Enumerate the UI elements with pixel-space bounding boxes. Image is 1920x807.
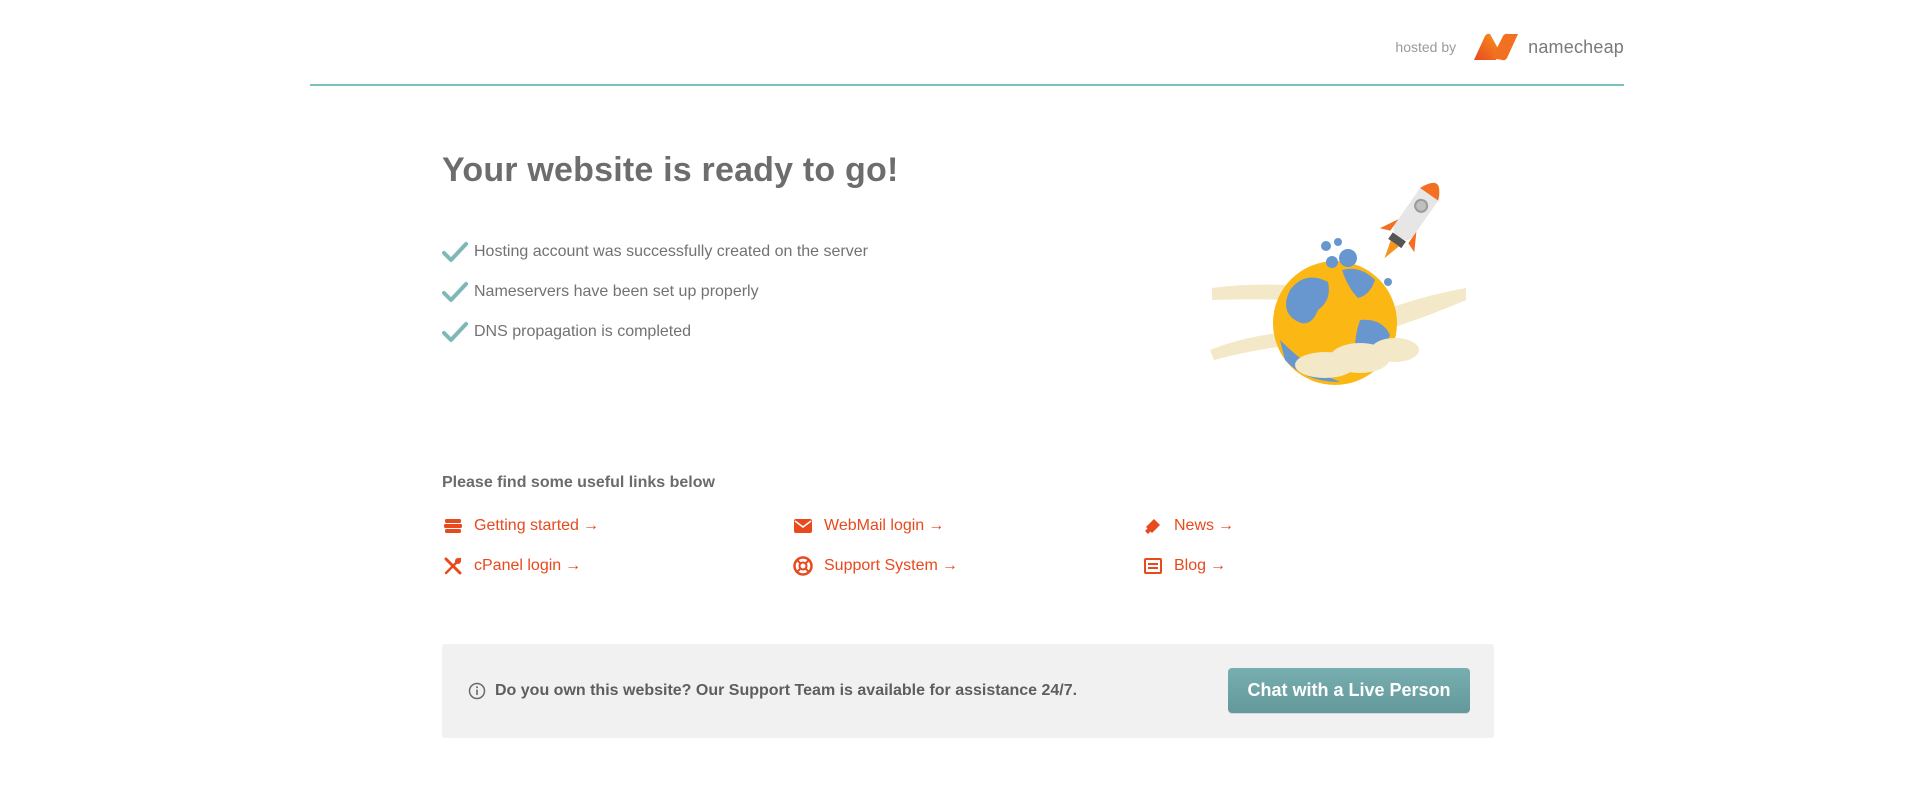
- useful-links: Getting started → WebMail login → News →…: [442, 506, 1242, 586]
- link-label: News: [1174, 517, 1215, 534]
- support-box: Do you own this website? Our Support Tea…: [442, 644, 1494, 738]
- arrow-icon: →: [1218, 517, 1235, 534]
- check-label: Hosting account was successfully created…: [474, 243, 868, 260]
- rocket-globe-illustration: [1210, 182, 1466, 385]
- hosted-by-label: hosted by: [1395, 39, 1457, 55]
- arrow-icon: →: [582, 517, 599, 534]
- link-label: Blog: [1174, 557, 1207, 574]
- arrow-icon: →: [565, 557, 582, 574]
- link-label: Getting started: [474, 517, 579, 534]
- megaphone-icon: [1142, 516, 1164, 536]
- link-webmail-login[interactable]: WebMail login →: [792, 506, 1142, 546]
- link-getting-started[interactable]: Getting started →: [442, 506, 792, 546]
- check-label: DNS propagation is completed: [474, 323, 692, 340]
- brand-name: namecheap: [1528, 36, 1624, 57]
- link-label: cPanel login: [474, 557, 562, 574]
- blog-icon: [1142, 556, 1164, 576]
- checkmark-icon: [442, 242, 468, 262]
- hosted-by[interactable]: hosted by namecheap: [1395, 32, 1624, 62]
- link-news[interactable]: News →: [1142, 506, 1342, 546]
- link-label: WebMail login: [824, 517, 925, 534]
- link-blog[interactable]: Blog →: [1142, 546, 1342, 586]
- info-icon: [468, 682, 486, 700]
- chat-live-person-button[interactable]: Chat with a Live Person: [1228, 668, 1470, 713]
- getting-started-icon: [442, 516, 464, 536]
- arrow-icon: →: [928, 517, 945, 534]
- namecheap-logo-icon: [1474, 33, 1519, 61]
- tools-icon: [442, 556, 464, 576]
- support-text: Do you own this website? Our Support Tea…: [495, 682, 1078, 699]
- link-support-system[interactable]: Support System →: [792, 546, 1142, 586]
- lifebuoy-icon: [792, 556, 814, 576]
- support-info: Do you own this website? Our Support Tea…: [468, 644, 1077, 738]
- links-title: Please find some useful links below: [442, 474, 715, 491]
- checkmark-icon: [442, 322, 468, 342]
- arrow-icon: →: [941, 557, 958, 574]
- link-label: Support System: [824, 557, 938, 574]
- arrow-icon: →: [1210, 557, 1227, 574]
- link-cpanel-login[interactable]: cPanel login →: [442, 546, 792, 586]
- mail-icon: [792, 516, 814, 536]
- check-label: Nameservers have been set up properly: [474, 283, 759, 300]
- header: hosted by namecheap: [310, 0, 1624, 86]
- checkmark-icon: [442, 282, 468, 302]
